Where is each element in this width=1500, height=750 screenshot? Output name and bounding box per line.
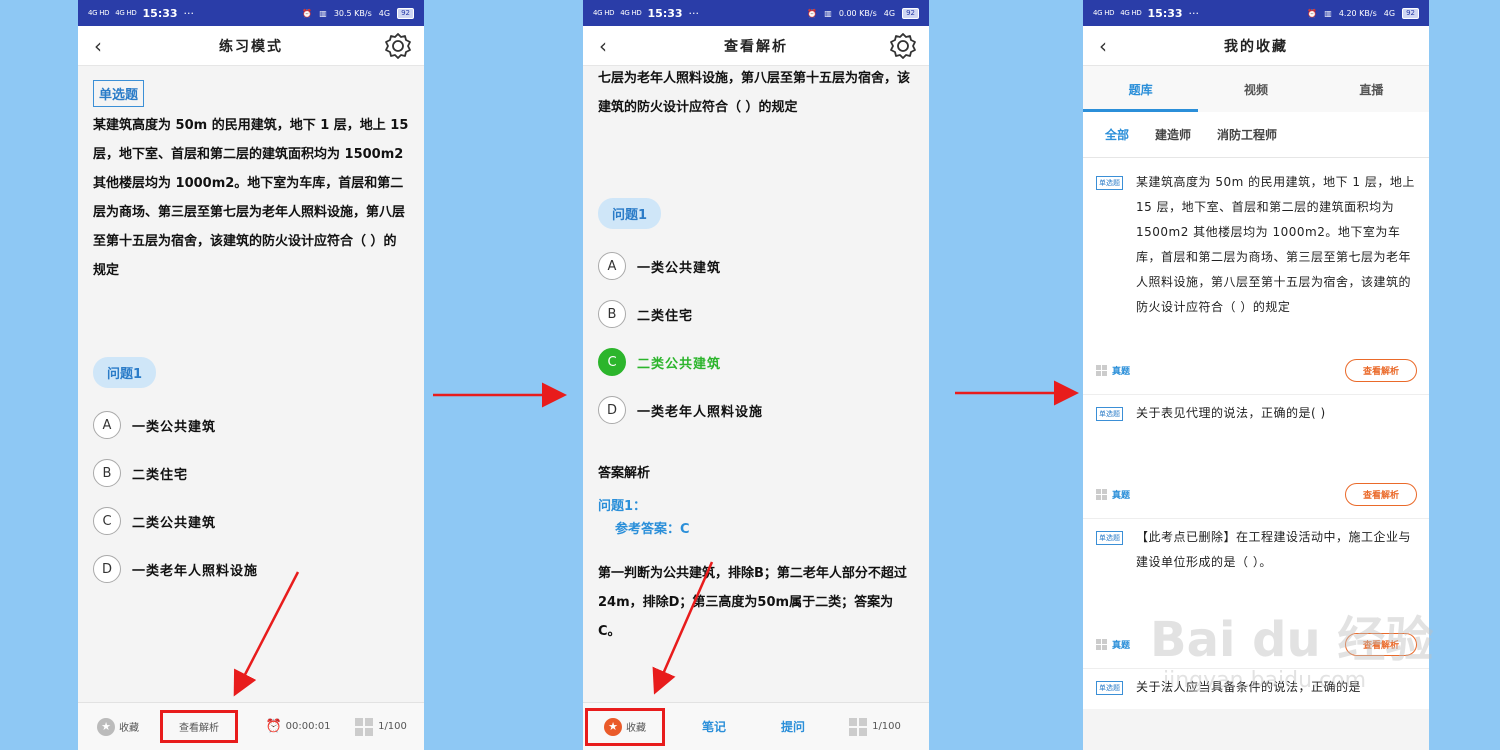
annotation-layer <box>233 380 1079 697</box>
arrow-to-analysis <box>233 571 300 697</box>
arrow-to-favorite <box>652 561 714 695</box>
